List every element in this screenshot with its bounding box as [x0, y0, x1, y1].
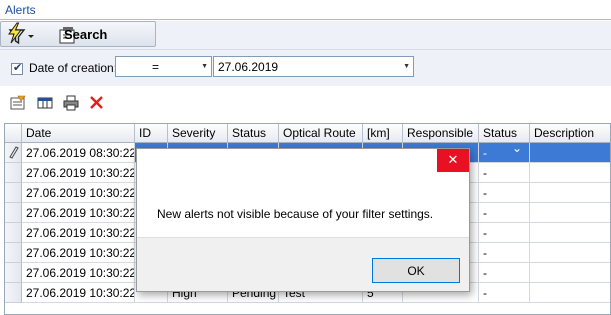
cell-description[interactable] [530, 203, 610, 223]
row-indicator[interactable] [5, 143, 22, 163]
operator-select[interactable]: = ▼ [115, 56, 212, 77]
cell-description[interactable] [530, 143, 610, 163]
dialog-button-area: OK [137, 237, 469, 291]
date-value: 27.06.2019 [218, 60, 279, 74]
operator-value: = [152, 60, 160, 74]
cell-date[interactable]: 27.06.2019 10:30:22 [22, 243, 135, 263]
cell-status-2[interactable]: - ⌄ [479, 143, 530, 163]
cell-date[interactable]: 27.06.2019 10:30:22 [22, 203, 135, 223]
dialog-message: New alerts not visible because of your f… [157, 207, 434, 221]
column-header-optical-route[interactable]: Optical Route [279, 124, 363, 143]
cell-date[interactable]: 27.06.2019 10:30:22 [22, 283, 135, 303]
row-indicator[interactable] [5, 183, 22, 203]
cell-status-2[interactable]: - [479, 163, 530, 183]
columns-button[interactable] [36, 94, 54, 112]
dialog-message-area: New alerts not visible because of your f… [137, 172, 469, 237]
columns-icon [37, 97, 53, 109]
cell-date[interactable]: 27.06.2019 10:30:22 [22, 183, 135, 203]
cell-status-2[interactable]: - [479, 203, 530, 223]
row-indicator-header [5, 124, 22, 143]
edit-list-icon [10, 95, 26, 110]
window-title: Alerts [5, 3, 36, 17]
row-indicator[interactable] [5, 283, 22, 303]
grid-toolbar [0, 86, 611, 122]
dropdown-arrow-icon: ▼ [201, 63, 208, 70]
cell-description[interactable] [530, 223, 610, 243]
pencil-icon [9, 146, 19, 159]
date-filter-label: Date of creation: [29, 61, 118, 75]
column-header-status-2[interactable]: Status [479, 124, 530, 143]
window-titlebar: Alerts [0, 0, 611, 20]
row-indicator[interactable] [5, 223, 22, 243]
delete-x-icon [90, 96, 103, 109]
column-header-responsible[interactable]: Responsible [403, 124, 479, 143]
cell-status-2[interactable]: - [479, 243, 530, 263]
cell-date[interactable]: 27.06.2019 10:30:22 [22, 223, 135, 243]
cell-description[interactable] [530, 183, 610, 203]
column-header-date[interactable]: Date [22, 124, 135, 143]
column-header-km[interactable]: [km] [363, 124, 403, 143]
cell-status-2[interactable]: - [479, 283, 530, 303]
dialog-close-button[interactable]: ✕ [437, 149, 469, 172]
cell-description[interactable] [530, 283, 610, 303]
row-indicator[interactable] [5, 163, 22, 183]
message-dialog: ✕ New alerts not visible because of your… [136, 148, 470, 292]
row-indicator[interactable] [5, 263, 22, 283]
cell-description[interactable] [530, 243, 610, 263]
print-button[interactable] [62, 94, 80, 112]
search-button-label: Search [64, 27, 108, 42]
date-select[interactable]: 27.06.2019 ▼ [213, 56, 414, 77]
row-indicator[interactable] [5, 203, 22, 223]
cell-status-2[interactable]: - [479, 223, 530, 243]
cell-description[interactable] [530, 263, 610, 283]
column-header-description[interactable]: Description [530, 124, 610, 143]
ok-button[interactable]: OK [372, 258, 460, 283]
column-header-severity[interactable]: Severity [168, 124, 228, 143]
chevron-down-icon[interactable]: ⌄ [512, 143, 522, 155]
main-toolbar: Search [0, 21, 611, 50]
edit-alert-button[interactable] [9, 94, 27, 112]
cell-date[interactable]: 27.06.2019 08:30:22 [22, 143, 135, 163]
cell-date[interactable]: 27.06.2019 10:30:22 [22, 263, 135, 283]
cell-date[interactable]: 27.06.2019 10:30:22 [22, 163, 135, 183]
cell-status-2[interactable]: - [479, 183, 530, 203]
printer-icon [63, 95, 79, 111]
cell-description[interactable] [530, 163, 610, 183]
dropdown-arrow-icon: ▼ [403, 63, 410, 70]
row-indicator[interactable] [5, 243, 22, 263]
filter-bar: ✔ Date of creation: = ▼ 27.06.2019 ▼ [0, 50, 611, 86]
column-header-id[interactable]: ID [135, 124, 168, 143]
lightning-icon [8, 22, 23, 44]
column-header-status[interactable]: Status [228, 124, 279, 143]
date-filter-checkbox[interactable]: ✔ [11, 62, 23, 75]
delete-button[interactable] [88, 94, 106, 112]
cell-status-2[interactable]: - [479, 263, 530, 283]
checkmark-icon: ✔ [13, 62, 23, 74]
